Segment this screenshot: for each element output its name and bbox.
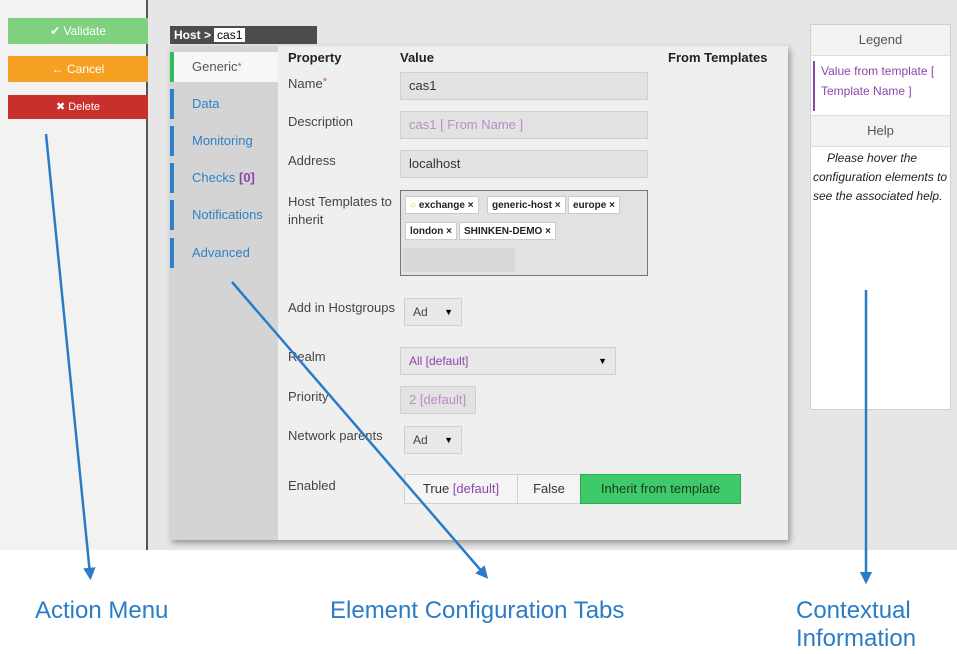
enabled-inherit-option[interactable]: Inherit from template — [580, 474, 741, 504]
templates-input[interactable]: ○ exchange × generic-host × europe × lon… — [400, 190, 648, 276]
caption-action-menu: Action Menu — [35, 597, 169, 624]
name-label: Name* — [288, 76, 327, 91]
realm-label: Realm — [288, 349, 326, 364]
enabled-false-option[interactable]: False — [517, 474, 581, 504]
caption-line: Contextual — [796, 597, 911, 624]
template-search-input[interactable] — [403, 248, 515, 272]
caption-line: Information — [796, 625, 917, 652]
tab-generic[interactable]: Generic* — [170, 52, 278, 82]
checks-count: [0] — [238, 170, 255, 185]
address-field[interactable]: localhost — [400, 150, 648, 178]
help-title: Help — [811, 115, 950, 147]
hostgroups-value: Ad — [413, 305, 428, 319]
help-text: Please hover the configuration elements … — [813, 151, 948, 203]
chevron-down-icon: ▼ — [444, 435, 453, 445]
tab-label: Data — [192, 96, 220, 111]
tab-data[interactable]: Data — [170, 89, 278, 119]
breadcrumb-prefix: Host > — [174, 28, 212, 42]
context-panel: Legend Value from template [ Template Na… — [810, 24, 951, 410]
template-tag[interactable]: SHINKEN-DEMO × — [459, 222, 556, 240]
header-value: Value — [400, 50, 434, 65]
breadcrumb-host[interactable]: cas1 — [214, 28, 246, 42]
enabled-true-option[interactable]: True [default] — [404, 474, 518, 504]
breadcrumb: Host > cas1 — [170, 26, 317, 44]
realm-select[interactable]: All [default] ▼ — [400, 347, 616, 375]
tab-advanced[interactable]: Advanced — [170, 238, 278, 268]
option-label: True — [422, 481, 450, 496]
description-label: Description — [288, 114, 354, 129]
chevron-down-icon: ▼ — [598, 356, 607, 366]
legend-title: Legend — [811, 25, 950, 56]
template-tag[interactable]: generic-host × — [487, 196, 566, 214]
network-parents-select[interactable]: Ad ▼ — [404, 426, 462, 454]
template-tag-text: exchange × — [418, 200, 474, 211]
template-tag[interactable]: london × — [405, 222, 457, 240]
hostgroups-select[interactable]: Ad ▼ — [404, 298, 462, 326]
action-menu: ✔ Validate ← Cancel ✖ Delete — [0, 0, 148, 550]
tab-checks[interactable]: Checks [0] — [170, 163, 278, 193]
description-field[interactable]: cas1 [ From Name ] — [400, 111, 648, 139]
name-label-text: Name — [288, 76, 323, 91]
chevron-down-icon: ▼ — [444, 307, 453, 317]
default-marker: [default] — [452, 481, 500, 496]
tab-notifications[interactable]: Notifications — [170, 200, 278, 230]
header-property: Property — [288, 50, 342, 65]
priority-field[interactable]: 2 [default] — [400, 386, 476, 414]
template-tag[interactable]: europe × — [568, 196, 620, 214]
hostgroups-label: Add in Hostgroups — [288, 300, 395, 315]
realm-value: All [default] — [409, 354, 469, 368]
required-marker: * — [237, 61, 242, 73]
network-parents-label: Network parents — [288, 428, 383, 443]
templates-label-line: Host Templates to — [288, 194, 392, 209]
address-label: Address — [288, 153, 336, 168]
app-window: ✔ Validate ← Cancel ✖ Delete Host > cas1 … — [0, 0, 957, 550]
templates-label: Host Templates to inherit — [288, 193, 392, 229]
delete-button[interactable]: ✖ Delete — [8, 95, 148, 119]
enabled-label: Enabled — [288, 478, 336, 493]
tab-label: Checks — [192, 170, 236, 185]
config-tabs: Generic* Data Monitoring Checks [0] Noti… — [170, 46, 278, 540]
name-field[interactable]: cas1 — [400, 72, 648, 100]
caption-context-info: Contextual Information — [796, 597, 916, 653]
legend-text: Value from template [ Template Name ] — [813, 61, 949, 111]
tab-label: Generic — [192, 59, 238, 74]
priority-label: Priority — [288, 389, 329, 404]
required-marker: * — [322, 76, 327, 88]
caption-config-tabs: Element Configuration Tabs — [330, 597, 625, 624]
templates-label-line: inherit — [288, 212, 324, 227]
template-tag[interactable]: ○ exchange × — [405, 196, 479, 214]
network-parents-value: Ad — [413, 433, 428, 447]
cancel-button[interactable]: ← Cancel — [8, 56, 148, 82]
tab-label: Monitoring — [192, 133, 253, 148]
header-from-templates: From Templates — [668, 50, 768, 65]
config-panel: Generic* Data Monitoring Checks [0] Noti… — [170, 46, 788, 540]
tab-label: Notifications — [192, 207, 263, 222]
tag-dot-icon: ○ — [410, 200, 419, 211]
tab-label: Advanced — [192, 245, 250, 260]
tab-monitoring[interactable]: Monitoring — [170, 126, 278, 156]
validate-button[interactable]: ✔ Validate — [8, 18, 148, 44]
